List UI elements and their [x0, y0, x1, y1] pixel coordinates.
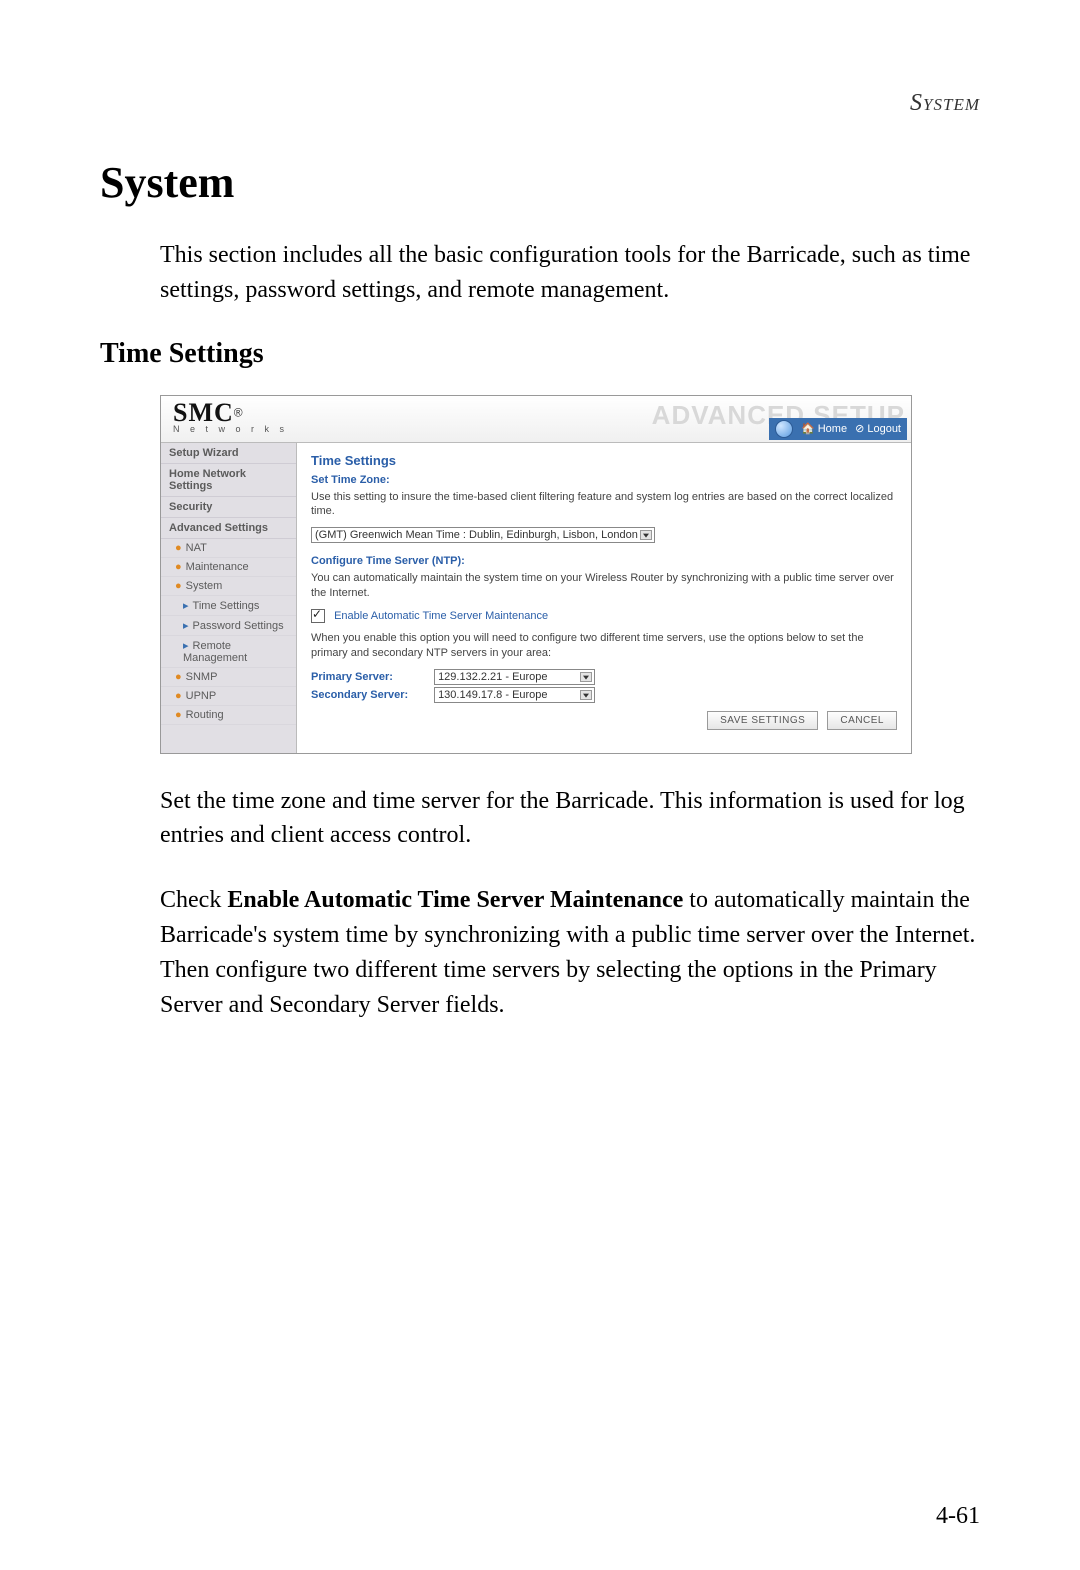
sidebar-item-system[interactable]: ●System — [161, 577, 296, 596]
chevron-down-icon — [583, 693, 589, 697]
primary-server-label: Primary Server: — [311, 671, 431, 683]
sidebar-item-password-settings[interactable]: ▸Password Settings — [161, 616, 296, 636]
intro-paragraph: This section includes all the basic conf… — [160, 238, 980, 308]
topbar: 🏠 Home ⊘ Logout — [769, 418, 907, 440]
sidebar-item-nat[interactable]: ●NAT — [161, 539, 296, 558]
sidebar: Setup Wizard Home Network Settings Secur… — [161, 443, 297, 753]
enable-ntp-checkbox[interactable] — [311, 609, 325, 623]
logout-link[interactable]: ⊘ Logout — [855, 422, 901, 435]
primary-server-value: 129.132.2.21 - Europe — [438, 671, 547, 683]
sidebar-item-advanced[interactable]: Advanced Settings — [161, 518, 296, 539]
ntp-note-text: When you enable this option you will nee… — [311, 631, 897, 661]
sidebar-item-routing[interactable]: ●Routing — [161, 706, 296, 725]
home-link[interactable]: 🏠 Home — [801, 422, 847, 435]
page-number: 4-61 — [936, 1503, 980, 1530]
sidebar-item-upnp[interactable]: ●UPNP — [161, 687, 296, 706]
sidebar-item-remote-management[interactable]: ▸Remote Management — [161, 636, 296, 668]
logo-text: SMC — [173, 398, 234, 427]
bold-enable-ntp: Enable Automatic Time Server Maintenance — [227, 887, 683, 913]
logo: SMC® N e t w o r k s — [161, 396, 300, 434]
set-timezone-label: Set Time Zone: — [311, 474, 897, 486]
page-title: System — [100, 157, 980, 208]
section-title-time-settings: Time Settings — [100, 338, 980, 370]
secondary-server-value: 130.149.17.8 - Europe — [438, 689, 547, 701]
save-settings-button[interactable]: SAVE SETTINGS — [707, 711, 818, 730]
sidebar-item-maintenance[interactable]: ●Maintenance — [161, 558, 296, 577]
timezone-help-text: Use this setting to insure the time-base… — [311, 490, 897, 520]
paragraph-2: Check Enable Automatic Time Server Maint… — [160, 883, 980, 1022]
logo-registered: ® — [234, 405, 243, 419]
chevron-down-icon — [583, 675, 589, 679]
enable-ntp-label: Enable Automatic Time Server Maintenance — [334, 610, 548, 622]
content-title: Time Settings — [311, 453, 897, 468]
sidebar-item-home-network[interactable]: Home Network Settings — [161, 464, 296, 497]
ntp-help-text: You can automatically maintain the syste… — [311, 571, 897, 601]
logo-subtext: N e t w o r k s — [173, 424, 288, 434]
running-head: System — [100, 90, 980, 117]
cancel-button[interactable]: CANCEL — [827, 711, 897, 730]
sidebar-item-setup-wizard[interactable]: Setup Wizard — [161, 443, 296, 464]
sidebar-item-security[interactable]: Security — [161, 497, 296, 518]
chevron-down-icon — [643, 534, 649, 538]
secondary-server-label: Secondary Server: — [311, 689, 431, 701]
content-panel: Time Settings Set Time Zone: Use this se… — [297, 443, 911, 753]
secondary-server-select[interactable]: 130.149.17.8 - Europe — [434, 687, 595, 703]
primary-server-select[interactable]: 129.132.2.21 - Europe — [434, 669, 595, 685]
sidebar-item-snmp[interactable]: ●SNMP — [161, 668, 296, 687]
paragraph-1: Set the time zone and time server for th… — [160, 784, 980, 854]
timezone-select[interactable]: (GMT) Greenwich Mean Time : Dublin, Edin… — [311, 527, 655, 543]
ntp-title: Configure Time Server (NTP): — [311, 555, 897, 567]
sidebar-item-time-settings[interactable]: ▸Time Settings — [161, 596, 296, 616]
timezone-selected-value: (GMT) Greenwich Mean Time : Dublin, Edin… — [315, 529, 638, 541]
globe-icon — [775, 420, 793, 438]
router-admin-screenshot: SMC® N e t w o r k s ADVANCED SETUP 🏠 Ho… — [160, 395, 912, 754]
app-header: SMC® N e t w o r k s ADVANCED SETUP 🏠 Ho… — [161, 396, 911, 443]
